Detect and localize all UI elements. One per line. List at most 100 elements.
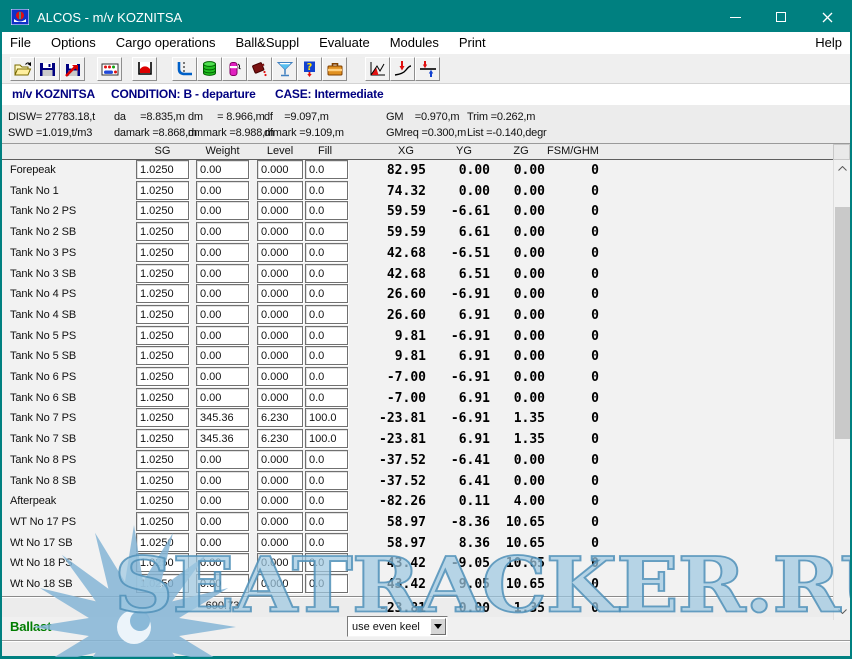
sg-input[interactable]	[136, 388, 189, 407]
fill-input[interactable]	[305, 533, 348, 552]
fill-input[interactable]	[305, 553, 348, 572]
level-input[interactable]	[257, 284, 303, 303]
level-input[interactable]	[257, 346, 303, 365]
level-input[interactable]	[257, 553, 303, 572]
sg-input[interactable]	[136, 553, 189, 572]
fill-input[interactable]	[305, 491, 348, 510]
level-input[interactable]	[257, 512, 303, 531]
menu-item-file[interactable]: File	[2, 32, 41, 54]
level-input[interactable]	[257, 491, 303, 510]
menu-item-help[interactable]: Help	[807, 32, 850, 54]
pour-consumables-button[interactable]	[247, 57, 272, 81]
level-input[interactable]	[257, 450, 303, 469]
close-button[interactable]	[804, 2, 850, 32]
cargo-section-button[interactable]	[132, 57, 157, 81]
weight-input[interactable]	[196, 326, 249, 345]
fill-input[interactable]	[305, 512, 348, 531]
menu-item-print[interactable]: Print	[449, 32, 496, 54]
sg-input[interactable]	[136, 222, 189, 241]
weight-input[interactable]	[196, 450, 249, 469]
weight-input[interactable]	[196, 243, 249, 262]
weight-input[interactable]	[196, 533, 249, 552]
weight-input[interactable]	[196, 429, 249, 448]
ballast-drum-button[interactable]	[197, 57, 222, 81]
scroll-up-button[interactable]	[834, 160, 851, 177]
stability-glass-button[interactable]	[272, 57, 297, 81]
level-input[interactable]	[257, 367, 303, 386]
weight-input[interactable]	[196, 264, 249, 283]
menu-item-cargo-operations[interactable]: Cargo operations	[106, 32, 226, 54]
level-input[interactable]	[257, 201, 303, 220]
fill-input[interactable]	[305, 160, 348, 179]
level-input[interactable]	[257, 264, 303, 283]
fill-input[interactable]	[305, 326, 348, 345]
menu-item-options[interactable]: Options	[41, 32, 106, 54]
fill-input[interactable]	[305, 222, 348, 241]
scrollbar-thumb[interactable]	[835, 207, 850, 439]
tank-tables-button[interactable]	[97, 57, 122, 81]
sg-input[interactable]	[136, 491, 189, 510]
weight-input[interactable]	[196, 181, 249, 200]
vertical-scrollbar[interactable]	[833, 160, 850, 620]
level-input[interactable]	[257, 388, 303, 407]
weight-input[interactable]	[196, 491, 249, 510]
sg-input[interactable]	[136, 305, 189, 324]
sg-input[interactable]	[136, 181, 189, 200]
hull-profile-button[interactable]	[172, 57, 197, 81]
weight-input[interactable]	[196, 222, 249, 241]
curve-check-button[interactable]	[390, 57, 415, 81]
scroll-down-button[interactable]	[834, 603, 851, 620]
level-input[interactable]	[257, 408, 303, 427]
level-input[interactable]	[257, 222, 303, 241]
toolbox-button[interactable]	[322, 57, 347, 81]
sg-input[interactable]	[136, 408, 189, 427]
weight-input[interactable]	[196, 408, 249, 427]
sg-input[interactable]	[136, 512, 189, 531]
menu-item-modules[interactable]: Modules	[380, 32, 449, 54]
weight-input[interactable]	[196, 512, 249, 531]
dropdown-button[interactable]	[430, 618, 446, 635]
weight-input[interactable]	[196, 553, 249, 572]
strength-graph-button[interactable]	[365, 57, 390, 81]
query-button[interactable]: ?	[297, 57, 322, 81]
keel-option-dropdown[interactable]: use even keel	[347, 616, 448, 637]
save-as-button[interactable]	[60, 57, 85, 81]
sg-input[interactable]	[136, 243, 189, 262]
sg-input[interactable]	[136, 367, 189, 386]
level-input[interactable]	[257, 533, 303, 552]
fill-input[interactable]	[305, 346, 348, 365]
fill-input[interactable]	[305, 201, 348, 220]
sg-input[interactable]	[136, 533, 189, 552]
weight-input[interactable]	[196, 284, 249, 303]
minimize-button[interactable]	[712, 2, 758, 32]
sg-input[interactable]	[136, 429, 189, 448]
sg-input[interactable]	[136, 284, 189, 303]
sg-input[interactable]	[136, 264, 189, 283]
fill-input[interactable]	[305, 284, 348, 303]
fill-input[interactable]	[305, 305, 348, 324]
weight-input[interactable]	[196, 388, 249, 407]
level-input[interactable]	[257, 181, 303, 200]
level-input[interactable]	[257, 326, 303, 345]
weight-input[interactable]	[196, 471, 249, 490]
level-input[interactable]	[257, 429, 303, 448]
level-input[interactable]	[257, 160, 303, 179]
level-input[interactable]	[257, 574, 303, 593]
draft-check-button[interactable]	[415, 57, 440, 81]
fill-input[interactable]	[305, 450, 348, 469]
save-button[interactable]	[35, 57, 60, 81]
sg-input[interactable]	[136, 346, 189, 365]
menu-item-ball-suppl[interactable]: Ball&Suppl	[226, 32, 310, 54]
fill-input[interactable]	[305, 471, 348, 490]
level-input[interactable]	[257, 243, 303, 262]
weight-input[interactable]	[196, 305, 249, 324]
weight-input[interactable]	[196, 201, 249, 220]
fill-input[interactable]	[305, 264, 348, 283]
fill-input[interactable]	[305, 429, 348, 448]
maximize-button[interactable]	[758, 2, 804, 32]
sg-input[interactable]	[136, 471, 189, 490]
sg-input[interactable]	[136, 160, 189, 179]
level-input[interactable]	[257, 305, 303, 324]
fill-input[interactable]	[305, 181, 348, 200]
fill-input[interactable]	[305, 574, 348, 593]
